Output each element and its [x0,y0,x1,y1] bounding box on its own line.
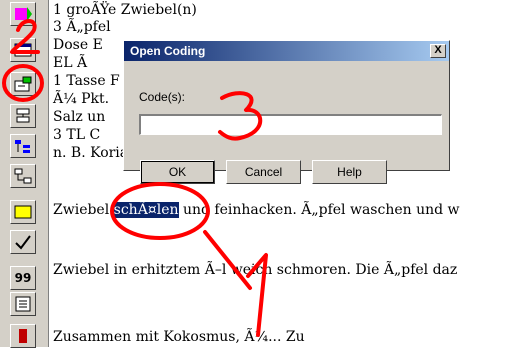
selected-text[interactable]: schÃ¤len [113,202,179,218]
check-icon[interactable] [10,230,36,254]
close-icon: X [434,44,442,56]
help-button[interactable]: Help [312,160,387,184]
ingredient-line: 3 Ã„pfel [53,19,111,35]
para1-after: und feinhacken. Ã„pfel waschen und w [178,202,460,218]
dialog-title: Open Coding [124,41,449,61]
paragraph-3: Zusammen mit Kokosmus, Ã¼... Zu [53,329,305,345]
ingredient-line: 3 TL C [53,127,101,143]
number-99-label: 99 [14,271,32,285]
list-icon[interactable] [10,292,36,316]
panel-icon[interactable] [10,38,36,62]
vertical-toolbar: 99 [0,0,49,348]
code-input[interactable] [139,114,442,135]
ok-button[interactable]: OK [140,160,215,184]
ingredient-line: EL Ã [53,55,88,71]
memo-icon[interactable] [10,200,36,224]
paragraph-2: Zwiebel in erhitztem Ã–l weich schmoren.… [53,262,458,278]
close-button[interactable]: X [430,44,446,58]
number-99-icon[interactable]: 99 [10,266,36,290]
codes-label: Code(s): [139,90,186,104]
code-tree-icon[interactable] [10,134,36,158]
bookmark-icon[interactable] [10,324,36,348]
ingredient-line: 1 Tasse F [53,73,120,89]
ingredient-line: Ã¼ Pkt. [53,91,110,107]
ingredient-line: Salz un [53,109,106,125]
ingredient-line: 1 groÃŸe Zwiebel(n) [53,2,197,18]
paragraph-1: Zwiebel schÃ¤len und feinhacken. Ã„pfel … [53,202,460,218]
cancel-button[interactable]: Cancel [226,160,301,184]
network-icon[interactable] [10,164,36,188]
open-coding-dialog: Open Coding X Code(s): OK Cancel Help [123,40,450,184]
open-coding-icon[interactable] [10,72,36,96]
arrow-icon[interactable] [10,2,36,26]
link-icon[interactable] [10,104,36,128]
para1-before: Zwiebel [53,202,114,218]
ingredient-line: Dose E [53,37,103,53]
